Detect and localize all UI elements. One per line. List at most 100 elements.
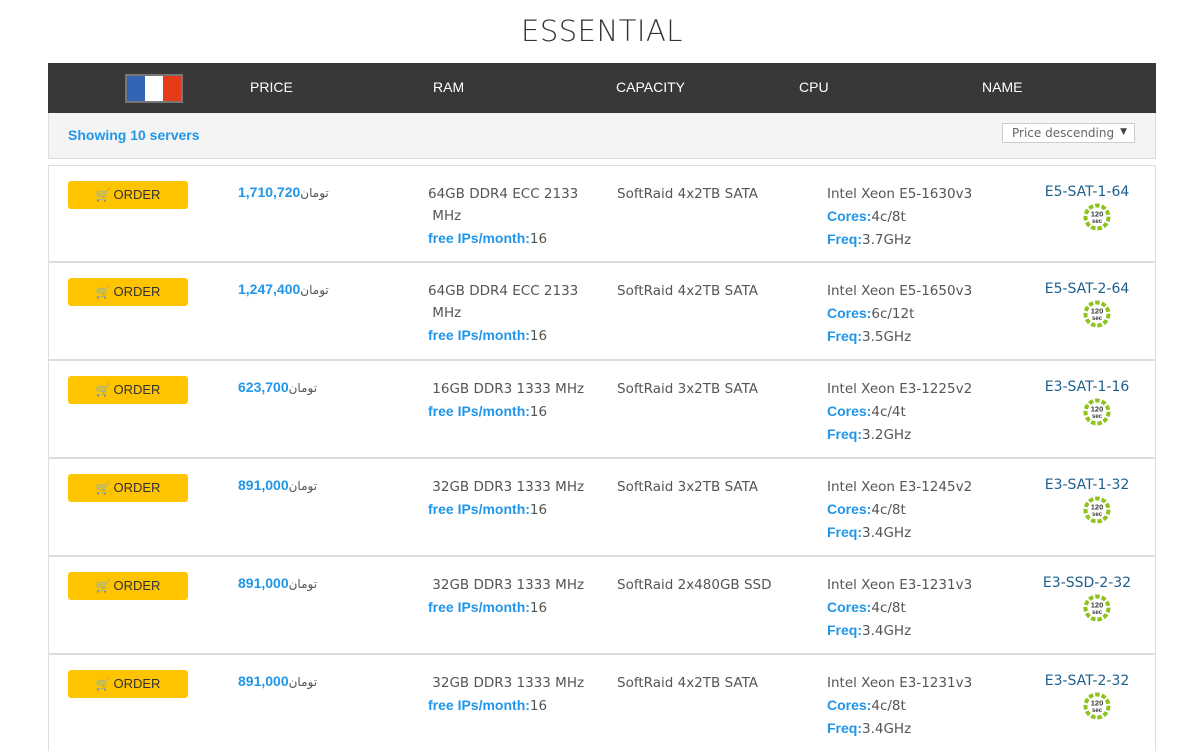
server-name-link[interactable]: E3-SSD-2-32 bbox=[1027, 574, 1147, 592]
cores-label: Cores: bbox=[827, 599, 872, 615]
ram-spec: 64GB DDR4 ECC 2133 MHz bbox=[428, 280, 588, 324]
server-row: 🛒 ORDER تومان891,000 32GB DDR3 1333 MHz f… bbox=[48, 655, 1156, 751]
badge-bottom-text: sec bbox=[1092, 610, 1103, 616]
ram-spec: 32GB DDR3 1333 MHz bbox=[428, 476, 588, 498]
column-header-cpu[interactable]: CPU bbox=[799, 79, 829, 95]
badge-top-text: 120 bbox=[1091, 405, 1104, 414]
cpu-cores: Cores:4c/8t bbox=[827, 205, 972, 228]
cpu-cores: Cores:6c/12t bbox=[827, 302, 972, 325]
server-row: 🛒 ORDER تومان623,700 16GB DDR3 1333 MHz f… bbox=[48, 361, 1156, 459]
column-header-capacity[interactable]: CAPACITY bbox=[616, 79, 685, 95]
badge-bottom-text: sec bbox=[1092, 316, 1103, 322]
120-sec-delivery-badge-icon: 120 sec bbox=[1083, 594, 1111, 622]
sort-select-value: Price descending bbox=[1012, 126, 1115, 140]
ram-cell: 32GB DDR3 1333 MHz free IPs/month:16 bbox=[428, 574, 588, 619]
free-ips-label: free IPs/month: bbox=[428, 403, 530, 419]
free-ips: free IPs/month:16 bbox=[428, 400, 588, 423]
order-button[interactable]: 🛒 ORDER bbox=[68, 376, 188, 404]
currency-label: تومان bbox=[300, 186, 329, 200]
sort-select[interactable]: Price descending ▼ bbox=[1002, 123, 1135, 143]
cpu-cores: Cores:4c/8t bbox=[827, 694, 972, 717]
ram-cell: 64GB DDR4 ECC 2133 MHz free IPs/month:16 bbox=[428, 280, 588, 347]
server-name-link[interactable]: E5-SAT-2-64 bbox=[1027, 280, 1147, 298]
free-ips-value: 16 bbox=[529, 231, 548, 247]
ram-cell: 32GB DDR3 1333 MHz free IPs/month:16 bbox=[428, 476, 588, 521]
cpu-cell: Intel Xeon E3-1225v2 Cores:4c/4t Freq:3.… bbox=[827, 378, 972, 446]
currency-label: تومان bbox=[288, 577, 318, 591]
ram-spec: 32GB DDR3 1333 MHz bbox=[428, 672, 588, 694]
price: تومان891,000 bbox=[238, 575, 321, 592]
server-row: 🛒 ORDER تومان1,710,720 64GB DDR4 ECC 2133… bbox=[48, 165, 1156, 263]
freq-label: Freq: bbox=[827, 622, 862, 638]
freq-value: 3.4GHz bbox=[862, 525, 912, 541]
order-button[interactable]: 🛒 ORDER bbox=[68, 278, 188, 306]
server-name-link[interactable]: E3-SAT-1-16 bbox=[1027, 378, 1147, 396]
free-ips: free IPs/month:16 bbox=[428, 324, 588, 347]
badge-top-text: 120 bbox=[1091, 601, 1104, 610]
server-name-link[interactable]: E3-SAT-1-32 bbox=[1027, 476, 1147, 494]
order-button-label: ORDER bbox=[113, 382, 161, 397]
120-sec-delivery-badge-icon: 120 sec bbox=[1083, 300, 1111, 328]
order-button[interactable]: 🛒 ORDER bbox=[68, 474, 188, 502]
ram-cell: 32GB DDR3 1333 MHz free IPs/month:16 bbox=[428, 672, 588, 717]
badge-bottom-text: sec bbox=[1092, 219, 1103, 225]
freq-value: 3.2GHz bbox=[862, 427, 912, 443]
badge-top-text: 120 bbox=[1091, 699, 1104, 708]
freq-label: Freq: bbox=[827, 231, 862, 247]
cpu-model: Intel Xeon E5-1650v3 bbox=[827, 283, 973, 299]
shopping-cart-icon: 🛒 bbox=[95, 285, 111, 299]
free-ips: free IPs/month:16 bbox=[428, 694, 588, 717]
table-header: PRICE RAM CAPACITY CPU NAME bbox=[48, 63, 1156, 113]
currency-label: تومان bbox=[288, 381, 318, 395]
order-button-label: ORDER bbox=[113, 480, 161, 495]
free-ips: free IPs/month:16 bbox=[428, 498, 588, 521]
free-ips-value: 16 bbox=[529, 328, 548, 344]
currency-label: تومان bbox=[300, 283, 329, 297]
flag-stripe-blue bbox=[127, 76, 145, 101]
badge-top-text: 120 bbox=[1091, 210, 1104, 219]
capacity-cell: SoftRaid 4x2TB SATA bbox=[617, 186, 759, 202]
ram-spec: 16GB DDR3 1333 MHz bbox=[428, 378, 588, 400]
free-ips: free IPs/month:16 bbox=[428, 227, 588, 250]
freq-label: Freq: bbox=[827, 720, 862, 736]
ram-spec-line: 64GB DDR4 ECC 2133 bbox=[428, 186, 579, 202]
cpu-cell: Intel Xeon E3-1245v2 Cores:4c/8t Freq:3.… bbox=[827, 476, 972, 544]
order-button[interactable]: 🛒 ORDER bbox=[68, 670, 188, 698]
flag-stripe-red bbox=[163, 76, 181, 101]
price: تومان891,000 bbox=[238, 477, 321, 494]
free-ips-label: free IPs/month: bbox=[428, 327, 530, 343]
france-flag-icon[interactable] bbox=[125, 74, 183, 103]
flag-stripe-white bbox=[145, 76, 163, 101]
cores-label: Cores: bbox=[827, 697, 872, 713]
free-ips-label: free IPs/month: bbox=[428, 230, 530, 246]
price-amount: 891,000 bbox=[238, 477, 289, 493]
ram-spec-line: 64GB DDR4 ECC 2133 bbox=[428, 283, 579, 299]
cpu-cores: Cores:4c/8t bbox=[827, 596, 972, 619]
column-header-ram[interactable]: RAM bbox=[433, 79, 464, 95]
price-amount: 891,000 bbox=[238, 575, 289, 591]
cores-value: 4c/8t bbox=[871, 600, 906, 616]
order-button[interactable]: 🛒 ORDER bbox=[68, 181, 188, 209]
freq-value: 3.7GHz bbox=[862, 232, 912, 248]
capacity-cell: SoftRaid 3x2TB SATA bbox=[617, 479, 759, 495]
ram-spec-line: 32GB DDR3 1333 MHz bbox=[428, 577, 585, 593]
cpu-freq: Freq:3.4GHz bbox=[827, 521, 972, 544]
cores-value: 6c/12t bbox=[871, 306, 915, 322]
price: تومان1,247,400 bbox=[238, 281, 333, 298]
capacity-cell: SoftRaid 3x2TB SATA bbox=[617, 381, 759, 397]
order-button[interactable]: 🛒 ORDER bbox=[68, 572, 188, 600]
free-ips-label: free IPs/month: bbox=[428, 697, 530, 713]
cpu-cell: Intel Xeon E3-1231v3 Cores:4c/8t Freq:3.… bbox=[827, 574, 972, 642]
ram-spec-line: 16GB DDR3 1333 MHz bbox=[428, 381, 585, 397]
column-header-price[interactable]: PRICE bbox=[250, 79, 293, 95]
order-button-label: ORDER bbox=[113, 187, 161, 202]
free-ips-value: 16 bbox=[529, 404, 548, 420]
column-header-name[interactable]: NAME bbox=[982, 79, 1022, 95]
server-row: 🛒 ORDER تومان891,000 32GB DDR3 1333 MHz f… bbox=[48, 557, 1156, 655]
freq-value: 3.4GHz bbox=[862, 721, 912, 737]
ram-cell: 16GB DDR3 1333 MHz free IPs/month:16 bbox=[428, 378, 588, 423]
120-sec-delivery-badge-icon: 120 sec bbox=[1083, 692, 1111, 720]
server-name-link[interactable]: E5-SAT-1-64 bbox=[1027, 183, 1147, 201]
server-row: 🛒 ORDER تومان1,247,400 64GB DDR4 ECC 2133… bbox=[48, 263, 1156, 361]
server-name-link[interactable]: E3-SAT-2-32 bbox=[1027, 672, 1147, 690]
